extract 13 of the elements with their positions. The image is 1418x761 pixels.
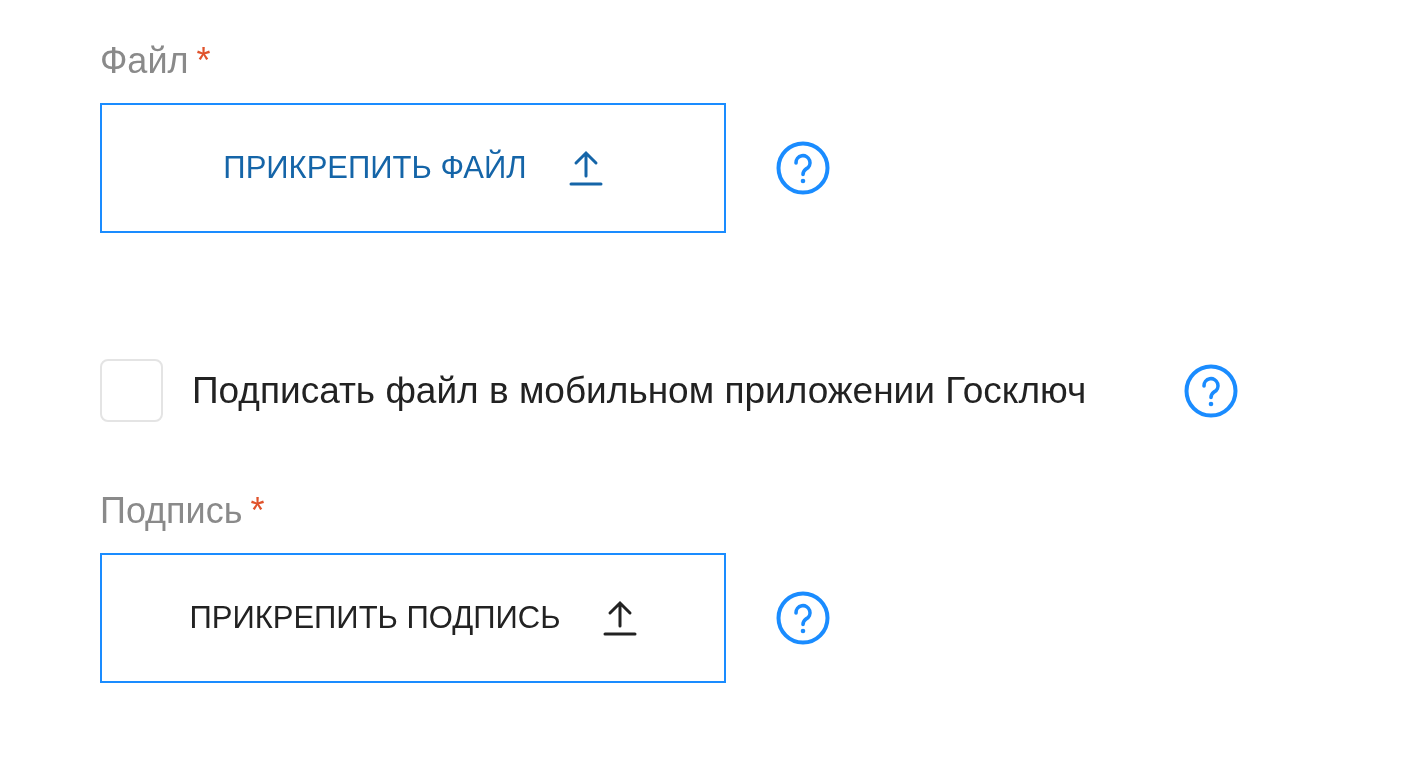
checkbox-label: Подписать файл в мобильном приложении Госключ <box>192 369 1087 412</box>
help-icon[interactable] <box>1184 363 1239 418</box>
checkbox[interactable] <box>100 359 163 422</box>
field-label: Файл <box>100 39 189 83</box>
field-label: Подпись <box>100 489 243 533</box>
help-icon[interactable] <box>776 141 830 195</box>
help-icon[interactable] <box>776 591 830 645</box>
attach-button[interactable]: ПРИКРЕПИТЬ ФАЙЛ <box>100 103 726 233</box>
required-mark: * <box>250 489 265 533</box>
upload-icon <box>602 600 637 636</box>
upload-icon <box>568 150 603 186</box>
attach-button[interactable]: ПРИКРЕПИТЬ ПОДПИСЬ <box>100 553 726 683</box>
required-mark: * <box>196 39 211 83</box>
